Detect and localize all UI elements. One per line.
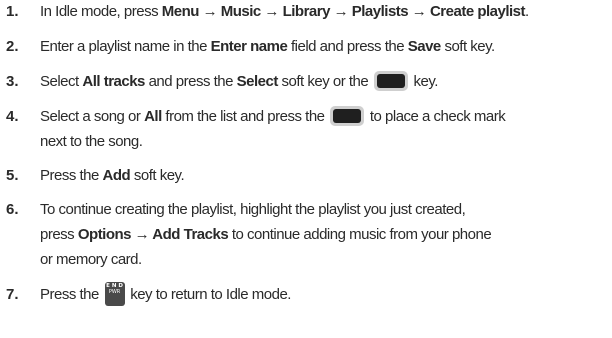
step-number: 2. <box>6 38 19 55</box>
end-key-label: E N D <box>106 283 123 290</box>
step-text: In Idle mode, press <box>40 3 162 20</box>
step-text: . <box>525 3 529 20</box>
step-7-text: Press the E N D PWR key to return to Idle… <box>40 282 291 307</box>
step-number: 4. <box>6 108 19 125</box>
soft-key-name: Select <box>236 73 279 90</box>
step-3-text: Select All tracks and press the Select s… <box>40 70 438 93</box>
step-number: 6. <box>6 201 19 218</box>
step-6-text-line-1: To continue creating the playlist, highl… <box>40 201 466 218</box>
pwr-key-label: PWR <box>108 289 121 296</box>
step-5-text: Press the Add soft key. <box>40 164 185 187</box>
step-1-text: In Idle mode, press Menu → Music → Libra… <box>40 0 529 23</box>
soft-key-name: Add <box>102 167 131 184</box>
step-4-text-line-1: Select a song or All from the list and p… <box>40 105 506 128</box>
step-6-text-line-2: press Options → Add Tracks to continue a… <box>40 223 492 246</box>
step-text: Select <box>40 73 83 90</box>
step-text: Enter a playlist name in the <box>40 38 211 55</box>
step-text: field and press the <box>287 38 408 55</box>
step-text: key to return to Idle mode. <box>126 286 291 303</box>
end-power-key-icon: E N D PWR <box>104 282 125 307</box>
step-number: 5. <box>6 167 19 184</box>
step-text: soft key. <box>130 167 185 184</box>
step-text: to continue adding music from your phone <box>228 226 492 243</box>
step-text: to place a check mark <box>366 108 506 125</box>
step-text: Press the <box>40 167 103 184</box>
step-6-text-line-3: or memory card. <box>40 251 142 268</box>
instruction-steps: 1. In Idle mode, press Menu → Music → Li… <box>0 0 612 338</box>
option-name: All <box>144 108 162 125</box>
select-key-face <box>376 74 405 89</box>
menu-path: Options → Add Tracks <box>77 226 229 243</box>
menu-path: Menu → Music → Library → Playlists → Cre… <box>161 3 526 20</box>
step-text: and press the <box>144 73 237 90</box>
select-key-face <box>333 109 362 124</box>
step-4-text-line-2: next to the song. <box>40 133 143 150</box>
select-key-icon <box>330 106 365 127</box>
step-2-text: Enter a playlist name in the Enter name … <box>40 35 495 58</box>
step-text: soft key. <box>440 38 495 55</box>
step-text: Select a song or <box>40 108 145 125</box>
step-number: 1. <box>6 3 19 20</box>
step-number: 3. <box>6 73 19 90</box>
step-text: from the list and press the <box>161 108 329 125</box>
step-text: press <box>40 226 78 243</box>
step-number: 7. <box>6 286 19 303</box>
step-text: Press the <box>40 286 103 303</box>
step-text: soft key or the <box>277 73 372 90</box>
soft-key-name: Save <box>407 38 442 55</box>
field-name: Enter name <box>210 38 288 55</box>
select-key-icon <box>373 71 408 92</box>
step-text: key. <box>409 73 439 90</box>
option-name: All tracks <box>82 73 145 90</box>
